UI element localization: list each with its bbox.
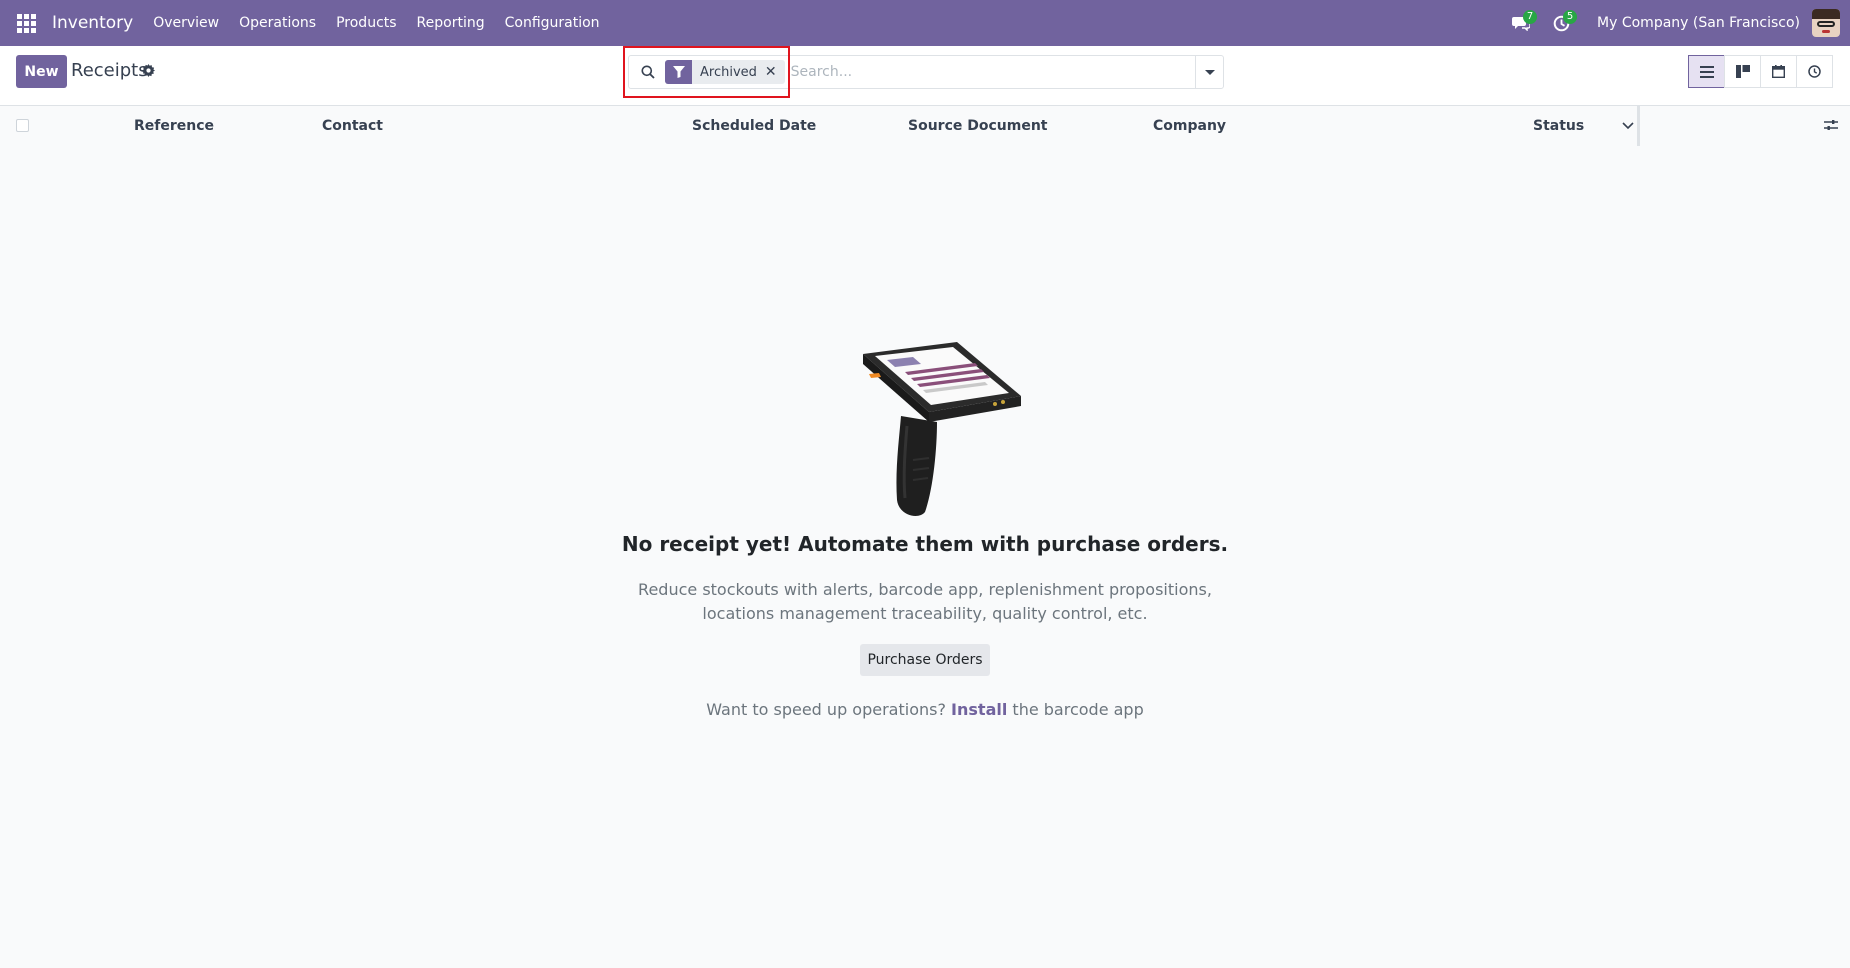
search-options-toggle[interactable] <box>1195 56 1223 88</box>
column-contact[interactable]: Contact <box>322 118 383 134</box>
menu-operations[interactable]: Operations <box>239 15 316 31</box>
facet-remove-icon[interactable]: ✕ <box>765 64 785 80</box>
new-button[interactable]: New <box>16 55 67 88</box>
install-link[interactable]: Install <box>951 700 1007 719</box>
kanban-icon <box>1735 65 1750 78</box>
page-title: Receipts <box>71 60 148 81</box>
empty-state-description: Reduce stockouts with alerts, barcode ap… <box>638 580 1212 623</box>
menu-configuration[interactable]: Configuration <box>505 15 600 31</box>
column-company[interactable]: Company <box>1153 118 1226 134</box>
purchase-orders-button[interactable]: Purchase Orders <box>860 644 990 676</box>
top-navbar: Inventory Overview Operations Products R… <box>0 0 1850 46</box>
calendar-view-button[interactable] <box>1760 55 1797 88</box>
menu-overview[interactable]: Overview <box>153 15 219 31</box>
calendar-icon <box>1772 65 1785 78</box>
activities-icon[interactable]: 5 <box>1541 0 1581 46</box>
select-all-checkbox[interactable] <box>16 119 29 132</box>
facet-label: Archived <box>700 64 757 80</box>
caret-down-icon <box>1204 69 1215 75</box>
install-suffix: the barcode app <box>1012 700 1144 719</box>
company-switcher[interactable]: My Company (San Francisco) <box>1597 15 1800 31</box>
chevron-down-icon[interactable] <box>1622 119 1634 135</box>
search-facet-archived: Archived ✕ <box>665 60 785 84</box>
clock-icon <box>1808 65 1821 78</box>
column-resize-handle[interactable] <box>1637 106 1640 146</box>
list-view-button[interactable] <box>1688 55 1725 88</box>
column-status[interactable]: Status <box>1533 118 1584 134</box>
apps-menu-icon[interactable] <box>0 0 52 46</box>
app-brand[interactable]: Inventory <box>52 13 133 33</box>
install-prefix: Want to speed up operations? <box>706 700 946 719</box>
install-barcode-line: Want to speed up operations? Install the… <box>0 700 1850 719</box>
search-bar: Archived ✕ <box>628 55 1224 89</box>
view-switcher <box>1688 55 1833 88</box>
column-reference[interactable]: Reference <box>134 118 214 134</box>
activities-badge: 5 <box>1563 10 1578 24</box>
filter-icon <box>665 60 692 84</box>
menu-reporting[interactable]: Reporting <box>417 15 485 31</box>
list-header: Reference Contact Scheduled Date Source … <box>0 106 1850 146</box>
control-panel: New Receipts Archived ✕ <box>0 46 1850 106</box>
column-source-document[interactable]: Source Document <box>908 118 1048 134</box>
activity-view-button[interactable] <box>1796 55 1833 88</box>
gear-icon[interactable] <box>142 64 155 81</box>
optional-columns-icon[interactable] <box>1824 119 1838 135</box>
barcode-scanner-illustration <box>825 330 1025 530</box>
kanban-view-button[interactable] <box>1724 55 1761 88</box>
user-avatar[interactable] <box>1812 9 1840 37</box>
empty-state <box>0 330 1850 530</box>
column-scheduled-date[interactable]: Scheduled Date <box>692 118 816 134</box>
menu-products[interactable]: Products <box>336 15 396 31</box>
search-input[interactable] <box>784 57 1195 87</box>
empty-state-title: No receipt yet! Automate them with purch… <box>621 532 1229 556</box>
search-icon[interactable] <box>633 56 663 88</box>
messages-badge: 7 <box>1523 10 1538 24</box>
messages-icon[interactable]: 7 <box>1501 0 1541 46</box>
list-icon <box>1699 65 1714 78</box>
